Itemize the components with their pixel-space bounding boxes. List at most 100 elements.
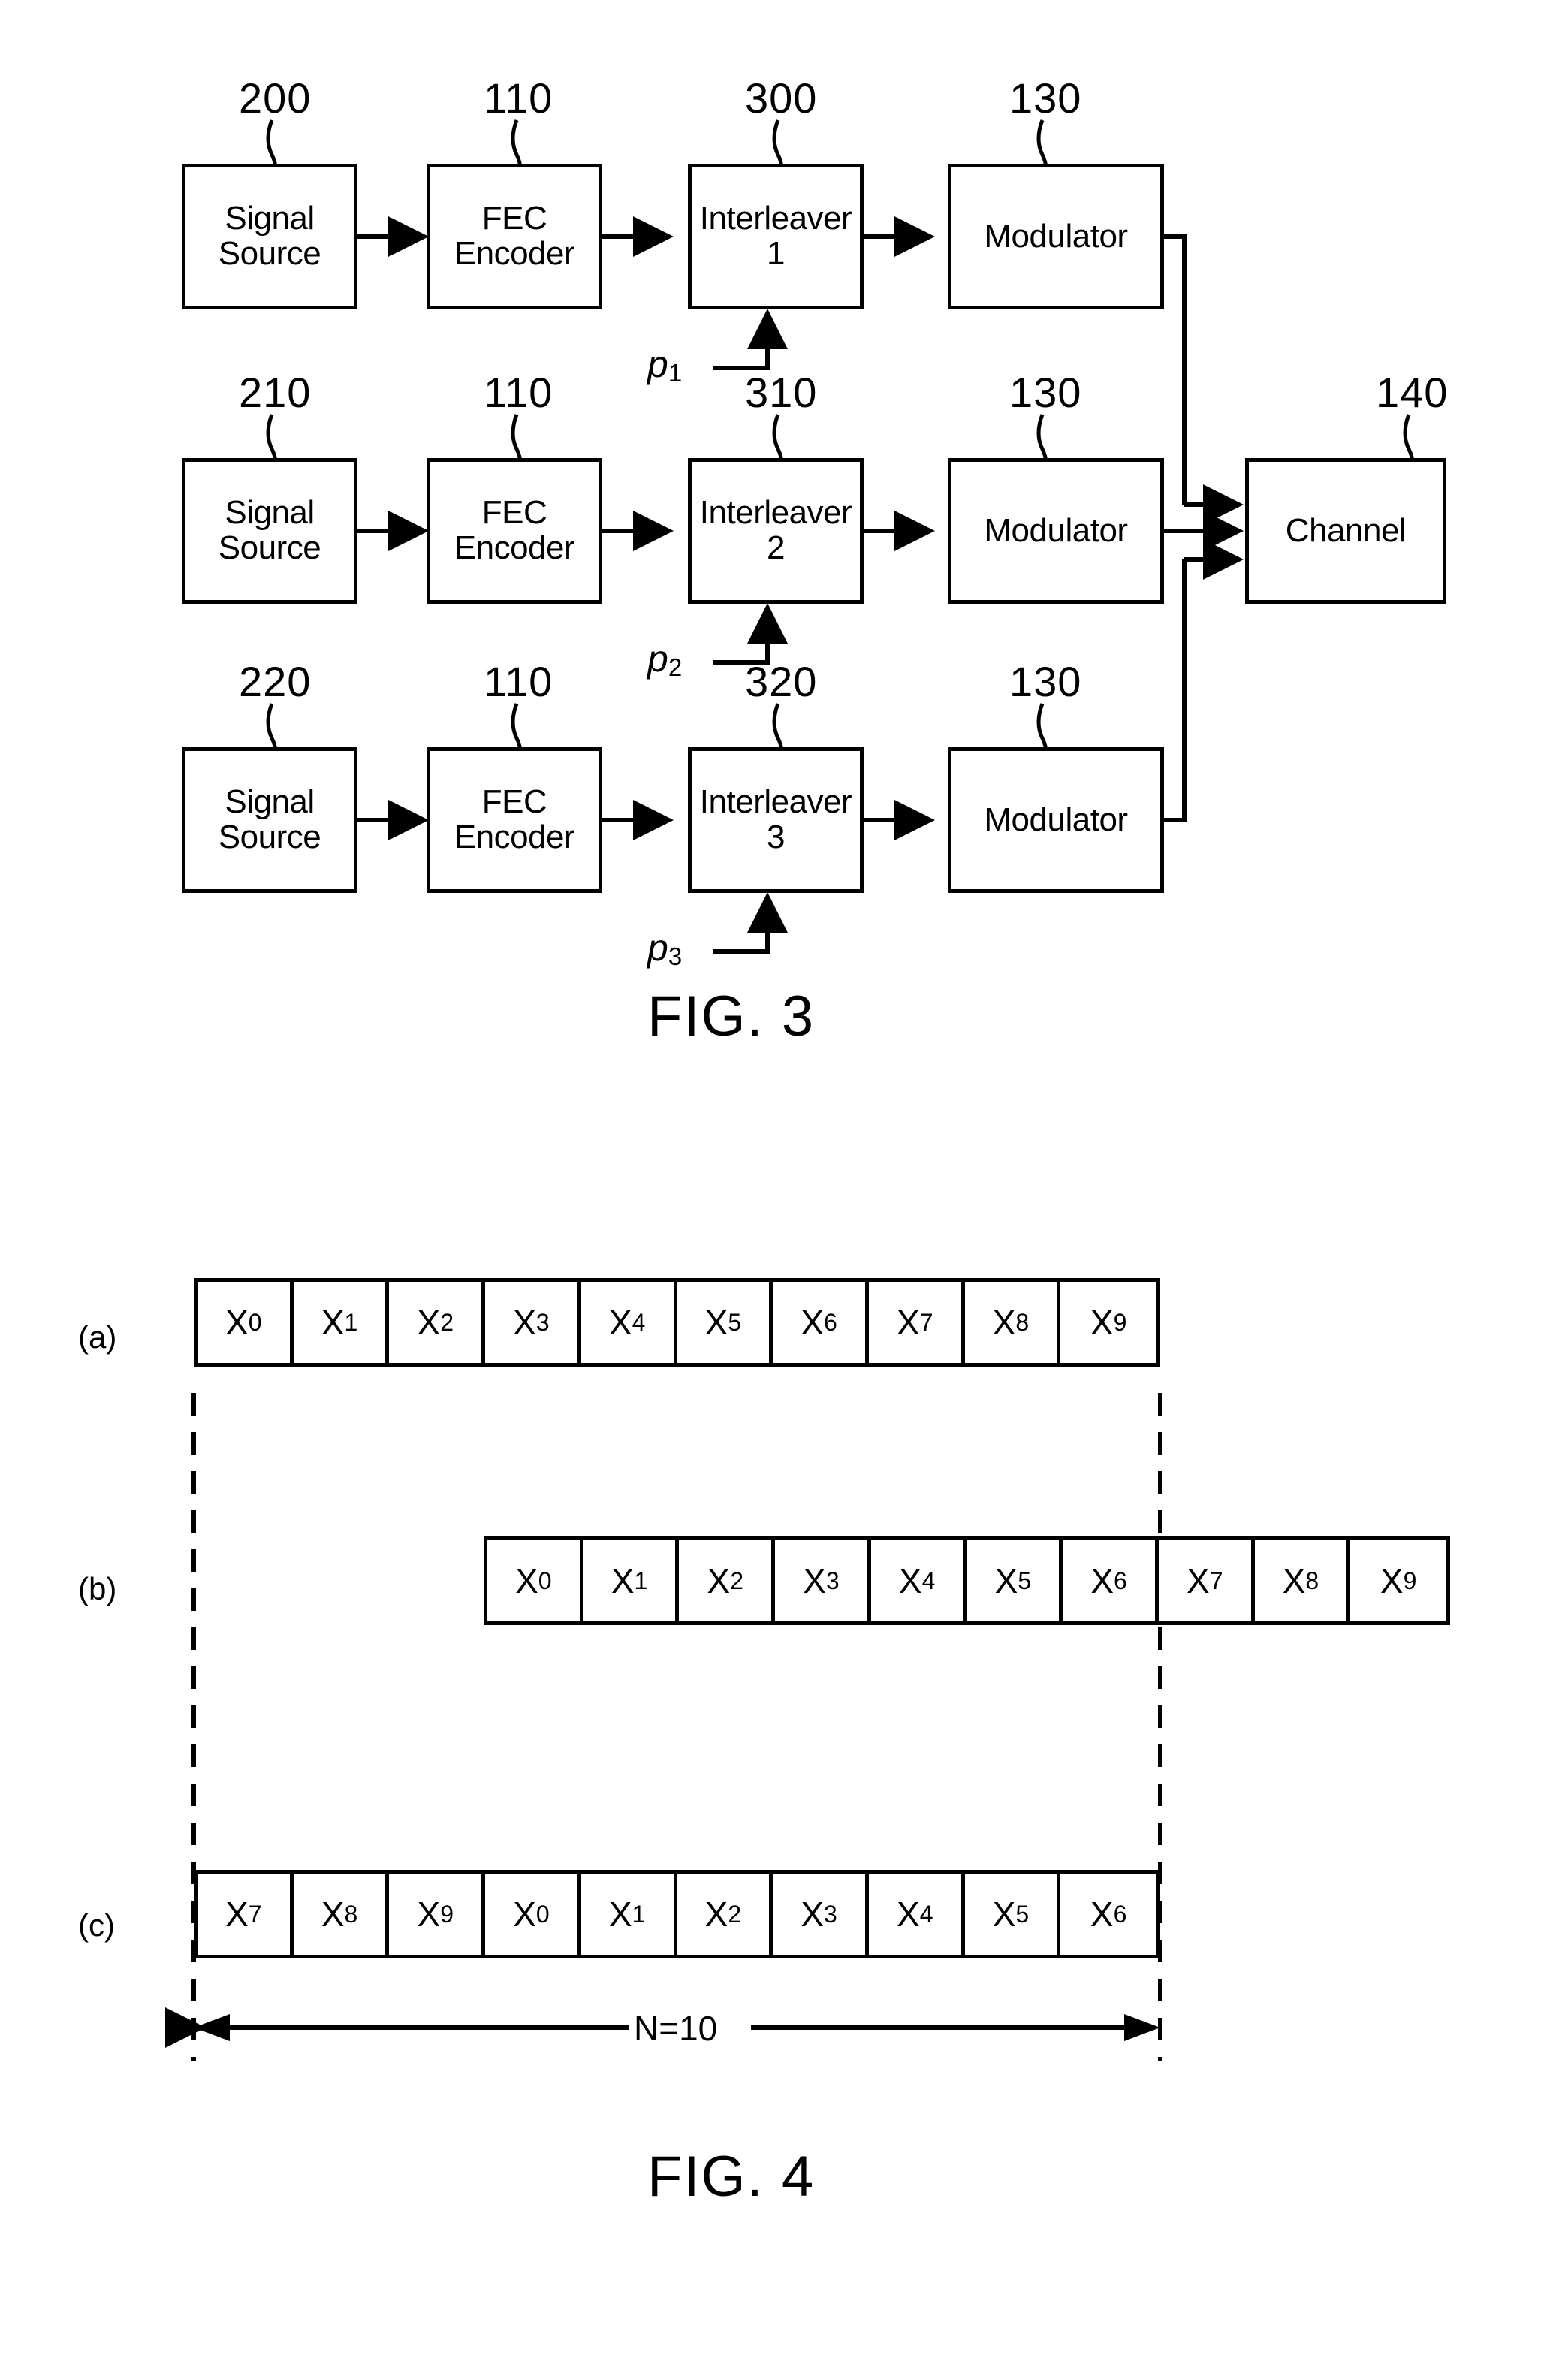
figure4-cell: X3 <box>775 1540 871 1621</box>
symbol-index: 7 <box>919 1308 933 1336</box>
symbol-index: 1 <box>634 1566 648 1594</box>
figure4-row-label-b: (b) <box>78 1571 117 1606</box>
fec-encoder-label-line2: Encoder <box>454 819 575 855</box>
signal-source-label-line2: Source <box>218 819 321 855</box>
permutation-label-p1: p1 <box>647 342 682 387</box>
permutation-label-p3: p3 <box>647 926 682 971</box>
figure4-cell: X8 <box>1254 1540 1351 1621</box>
block-channel: Channel <box>1245 458 1446 604</box>
signal-source-label-line2: Source <box>218 529 321 566</box>
block-interleaver-1: Interleaver 1 <box>688 164 864 309</box>
symbol-base: X <box>1090 1895 1114 1934</box>
symbol-base: X <box>897 1895 920 1934</box>
symbol-base: X <box>1187 1561 1210 1600</box>
symbol-index: 5 <box>1015 1900 1030 1928</box>
block-signal-source-2: Signal Source <box>182 458 357 604</box>
symbol-index: 3 <box>825 1566 840 1594</box>
permutation-label-p2: p2 <box>647 637 682 682</box>
block-fec-encoder-2: FEC Encoder <box>427 458 602 604</box>
permutation-index: 2 <box>668 653 683 681</box>
symbol-base: X <box>704 1303 728 1342</box>
figure4-cell: X0 <box>487 1540 583 1621</box>
figure4-cell: X7 <box>198 1874 294 1955</box>
figure4-cell: X7 <box>868 1282 965 1363</box>
figure4-cell: X4 <box>868 1874 965 1955</box>
symbol-base: X <box>513 1895 536 1934</box>
patent-figure-sheet: 200 Signal Source 110 FEC Encoder 300 In… <box>0 0 1568 2361</box>
figure4-cell: X9 <box>389 1874 486 1955</box>
signal-source-label-line1: Signal <box>225 200 315 237</box>
symbol-base: X <box>801 1303 825 1342</box>
figure4-row-label-a: (a) <box>78 1319 117 1355</box>
symbol-index: 6 <box>1114 1566 1127 1594</box>
symbol-base: X <box>1090 1303 1114 1342</box>
symbol-base: X <box>608 1895 632 1934</box>
symbol-base: X <box>611 1561 635 1600</box>
symbol-base: X <box>994 1561 1018 1600</box>
signal-source-label-line2: Source <box>218 235 321 272</box>
figure4-cell: X5 <box>964 1874 1061 1955</box>
modulator-label: Modulator <box>984 217 1128 255</box>
interleaver-label-line2: 3 <box>767 819 785 855</box>
fec-encoder-label-line1: FEC <box>481 783 547 821</box>
ref-numeral-110-row2: 110 <box>484 369 553 416</box>
symbol-base: X <box>992 1895 1016 1934</box>
fec-encoder-label-line1: FEC <box>481 200 547 237</box>
symbol-base: X <box>898 1561 922 1600</box>
figure4-cell: X2 <box>677 1874 773 1955</box>
symbol-index: 4 <box>921 1566 936 1594</box>
symbol-base: X <box>897 1303 920 1342</box>
figure4-cell: X0 <box>198 1282 294 1363</box>
figure4-cell: X8 <box>293 1874 390 1955</box>
block-signal-source-1: Signal Source <box>182 164 357 309</box>
block-modulator-1: Modulator <box>948 164 1164 309</box>
symbol-index: 2 <box>440 1308 454 1336</box>
figure4-cell: X3 <box>773 1874 869 1955</box>
symbol-index: 8 <box>1015 1308 1030 1336</box>
figure4-cell: X7 <box>1158 1540 1255 1621</box>
ref-numeral-140: 140 <box>1376 369 1449 416</box>
permutation-symbol: p <box>647 927 668 969</box>
block-interleaver-2: Interleaver 2 <box>688 458 864 604</box>
symbol-index: 9 <box>1113 1308 1127 1336</box>
figure4-cell: X5 <box>677 1282 773 1363</box>
fec-encoder-label-line1: FEC <box>481 494 547 532</box>
symbol-base: X <box>225 1895 249 1934</box>
symbol-base: X <box>1380 1561 1404 1600</box>
ref-numeral-200: 200 <box>239 74 312 122</box>
symbol-index: 4 <box>919 1900 933 1928</box>
fec-encoder-label-line2: Encoder <box>454 235 575 272</box>
figure4-cell: X4 <box>580 1282 677 1363</box>
symbol-base: X <box>992 1303 1016 1342</box>
symbol-index: 6 <box>1113 1900 1127 1928</box>
figure4-cell: X0 <box>485 1874 581 1955</box>
figure4-cell: X3 <box>485 1282 581 1363</box>
interleaver-label-line1: Interleaver <box>699 783 852 821</box>
symbol-base: X <box>417 1895 441 1934</box>
interleaver-label-line2: 2 <box>767 529 785 566</box>
ref-numeral-320: 320 <box>745 658 818 705</box>
connector-layer <box>165 119 1415 2061</box>
ref-numeral-220: 220 <box>239 658 312 705</box>
figure4-row-label-c: (c) <box>78 1907 115 1943</box>
figure4-cell: X9 <box>1350 1540 1446 1621</box>
symbol-base: X <box>803 1561 826 1600</box>
symbol-base: X <box>225 1303 249 1342</box>
ref-numeral-130-row1: 130 <box>1009 74 1082 122</box>
interleaver-label-line1: Interleaver <box>699 200 852 237</box>
symbol-base: X <box>704 1895 728 1934</box>
ref-numeral-110-row3: 110 <box>484 658 553 705</box>
figure4-cell: X9 <box>1060 1282 1156 1363</box>
symbol-index: 7 <box>1209 1566 1223 1594</box>
symbol-index: 8 <box>344 1900 358 1928</box>
ref-numeral-310: 310 <box>745 369 818 416</box>
symbol-base: X <box>515 1561 538 1600</box>
ref-numeral-110-row1: 110 <box>484 74 553 122</box>
symbol-index: 3 <box>824 1900 837 1928</box>
block-modulator-2: Modulator <box>948 458 1164 604</box>
figure4-cell: X1 <box>583 1540 680 1621</box>
symbol-base: X <box>513 1303 536 1342</box>
symbol-base: X <box>1090 1561 1114 1600</box>
symbol-base: X <box>707 1561 731 1600</box>
fec-encoder-label-line2: Encoder <box>454 529 575 566</box>
